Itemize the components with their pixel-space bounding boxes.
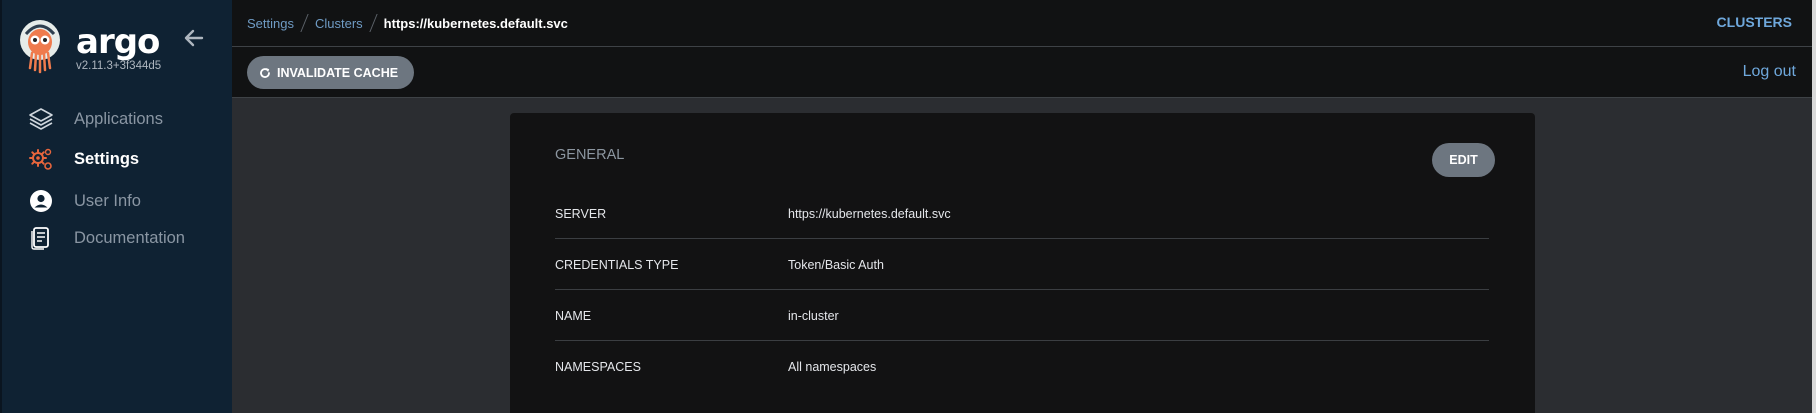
- breadcrumb: Settings Clusters https://kubernetes.def…: [247, 14, 568, 32]
- cluster-details: SERVER https://kubernetes.default.svc CR…: [555, 188, 1489, 392]
- layers-icon: [28, 107, 54, 131]
- sidebar-item-applications[interactable]: Applications: [2, 102, 234, 136]
- sidebar-item-label: Applications: [74, 110, 163, 128]
- refresh-icon: [259, 67, 271, 79]
- detail-value: https://kubernetes.default.svc: [788, 207, 951, 221]
- sidebar-item-label: Settings: [74, 150, 140, 168]
- card-title: GENERAL: [555, 147, 625, 163]
- brand-version: v2.11.3+3f344d5: [76, 60, 162, 72]
- detail-row: SERVER https://kubernetes.default.svc: [555, 188, 1489, 239]
- breadcrumb-clusters[interactable]: Clusters: [315, 16, 363, 31]
- logout-link[interactable]: Log out: [1743, 63, 1796, 81]
- user-circle-icon: [28, 189, 54, 213]
- breadcrumb-separator: [369, 14, 378, 32]
- invalidate-cache-button[interactable]: INVALIDATE CACHE: [247, 56, 415, 89]
- edit-button[interactable]: EDIT: [1432, 143, 1495, 177]
- action-bar: INVALIDATE CACHE Log out: [232, 47, 1816, 98]
- detail-key: SERVER: [555, 207, 607, 221]
- breadcrumb-current: https://kubernetes.default.svc: [383, 15, 568, 31]
- invalidate-cache-label: INVALIDATE CACHE: [277, 65, 399, 80]
- detail-value: All namespaces: [788, 360, 877, 374]
- detail-row: NAME in-cluster: [555, 290, 1489, 341]
- sidebar-item-documentation[interactable]: Documentation: [2, 221, 234, 255]
- detail-row: NAMESPACES All namespaces: [555, 341, 1489, 392]
- sidebar-item-label: User Info: [74, 192, 141, 210]
- book-icon: [28, 226, 54, 250]
- brand-name: argo: [76, 22, 160, 62]
- detail-value: in-cluster: [788, 309, 839, 323]
- sidebar-item-label: Documentation: [74, 229, 185, 247]
- window-scrollbar[interactable]: [1812, 0, 1816, 413]
- gears-icon: [28, 147, 54, 171]
- arrow-left-icon: [184, 29, 204, 47]
- sidebar-item-settings[interactable]: Settings: [2, 142, 234, 176]
- detail-key: NAME: [555, 309, 592, 323]
- clusters-link[interactable]: CLUSTERS: [1717, 14, 1792, 30]
- detail-row: CREDENTIALS TYPE Token/Basic Auth: [555, 239, 1489, 290]
- detail-value: Token/Basic Auth: [788, 258, 884, 272]
- collapse-sidebar-button[interactable]: [182, 26, 206, 50]
- detail-key: NAMESPACES: [555, 360, 641, 374]
- general-card: GENERAL EDIT SERVER https://kubernetes.d…: [510, 113, 1535, 413]
- sidebar-item-user-info[interactable]: User Info: [2, 184, 234, 218]
- sidebar: argo v2.11.3+3f344d5 Applications Settin…: [0, 0, 232, 413]
- detail-key: CREDENTIALS TYPE: [555, 258, 679, 272]
- top-bar: Settings Clusters https://kubernetes.def…: [232, 0, 1816, 47]
- breadcrumb-settings[interactable]: Settings: [247, 16, 294, 31]
- argo-logo: [20, 20, 66, 74]
- breadcrumb-separator: [300, 14, 309, 32]
